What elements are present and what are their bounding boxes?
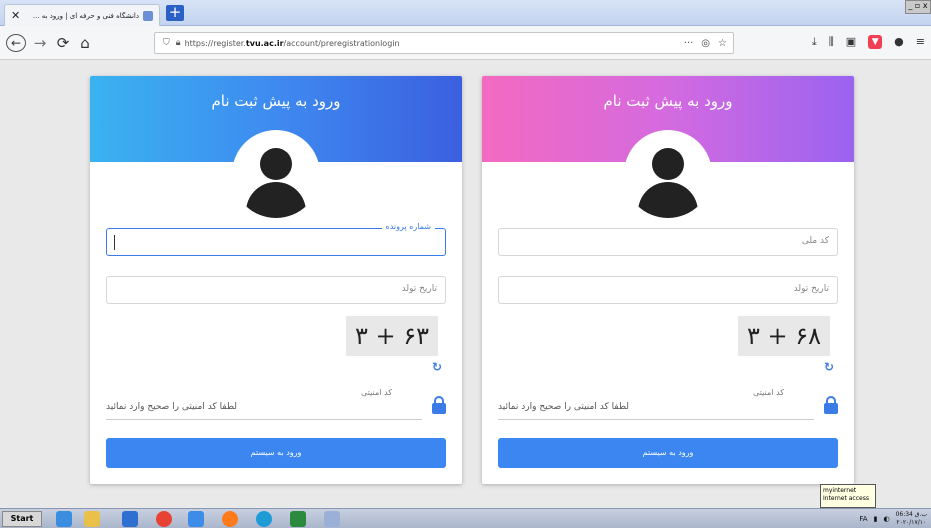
network-tooltip: myinternet Internet access bbox=[820, 484, 876, 508]
shield-icon[interactable]: ⛉ bbox=[163, 38, 170, 48]
security-code-label: کد امنیتی bbox=[753, 388, 784, 397]
national-id-placeholder: کد ملی bbox=[801, 236, 829, 246]
taskbar: Start FA ▮ ◐ 06:34 ب.ق ۲۰۲۰/۱۷/۱۰ bbox=[0, 508, 931, 528]
system-tray: FA ▮ ◐ 06:34 ب.ق ۲۰۲۰/۱۷/۱۰ bbox=[859, 510, 927, 528]
site-favicon-icon bbox=[143, 10, 153, 21]
browser-tab[interactable]: دانشگاه فنی و حرفه ای | ورود به ... ✕ bbox=[4, 4, 160, 26]
navigation-bar: ← → ⟳ ⌂ ⛉ 🔒︎ https://register.tvu.ac.ir/… bbox=[0, 26, 931, 60]
page-actions-icon[interactable]: ··· bbox=[684, 38, 694, 49]
menu-icon[interactable]: ≡ bbox=[916, 35, 925, 49]
volume-icon[interactable]: ◐ bbox=[883, 515, 889, 523]
security-code-input[interactable]: لطفا کد امنیتی را صحیح وارد نمائید bbox=[106, 398, 422, 420]
media-player-icon[interactable] bbox=[122, 511, 138, 527]
login-submit-button[interactable]: ورود به سیستم bbox=[106, 438, 446, 468]
tab-bar: دانشگاه فنی و حرفه ای | ورود به ... ✕ + … bbox=[0, 0, 931, 26]
language-indicator[interactable]: FA bbox=[859, 515, 867, 523]
lock-icon[interactable]: 🔒︎ bbox=[176, 38, 181, 48]
downloads-icon[interactable]: ⤓ bbox=[812, 35, 817, 49]
sidebar-icon[interactable]: ▣ bbox=[846, 35, 856, 49]
app-icon[interactable] bbox=[188, 511, 204, 527]
internet-explorer-icon[interactable] bbox=[56, 511, 72, 527]
captcha-refresh-icon[interactable]: ↻ bbox=[824, 360, 834, 374]
toolbar-icons: ⤓ ⫼ ▣ ▼ ● ≡ bbox=[812, 35, 925, 49]
birth-date-input[interactable]: تاریخ تولد bbox=[498, 276, 838, 304]
national-id-input[interactable]: کد ملی bbox=[498, 228, 838, 256]
home-button[interactable]: ⌂ bbox=[77, 34, 93, 52]
pocket-icon[interactable]: ▼ bbox=[868, 35, 883, 49]
birth-date-placeholder: تاریخ تولد bbox=[793, 284, 829, 294]
tab-close-icon[interactable]: ✕ bbox=[11, 9, 20, 22]
network-icon[interactable]: ▮ bbox=[874, 515, 878, 523]
captcha-image: ٣ + ۶٨ bbox=[738, 316, 830, 356]
security-code-placeholder: لطفا کد امنیتی را صحیح وارد نمائید bbox=[106, 402, 237, 412]
captcha-refresh-icon[interactable]: ↻ bbox=[432, 360, 442, 374]
birth-date-placeholder: تاریخ تولد bbox=[401, 284, 437, 294]
library-icon[interactable]: ⫼ bbox=[829, 35, 834, 49]
edge-icon[interactable] bbox=[256, 511, 272, 527]
login-card-national-id: ورود به پیش ثبت نام کد ملی تاریخ تولد ٣ … bbox=[482, 76, 854, 484]
file-explorer-icon[interactable] bbox=[84, 511, 100, 527]
excel-icon[interactable] bbox=[290, 511, 306, 527]
user-avatar-icon bbox=[232, 130, 320, 218]
account-icon[interactable]: ● bbox=[894, 35, 904, 49]
paint-icon[interactable] bbox=[324, 511, 340, 527]
reload-button[interactable]: ⟳ bbox=[55, 34, 71, 52]
pocket-save-icon[interactable]: ◎ bbox=[701, 38, 710, 49]
lock-icon bbox=[824, 396, 838, 414]
address-bar[interactable]: ⛉ 🔒︎ https://register.tvu.ac.ir/account/… bbox=[154, 32, 734, 54]
clock[interactable]: 06:34 ب.ق ۲۰۲۰/۱۷/۱۰ bbox=[896, 511, 927, 527]
birth-date-input[interactable]: تاریخ تولد bbox=[106, 276, 446, 304]
forward-button[interactable]: → bbox=[32, 34, 48, 52]
file-number-input[interactable]: شماره پرونده bbox=[106, 222, 446, 256]
new-tab-button[interactable]: + bbox=[166, 5, 184, 21]
text-cursor bbox=[114, 235, 115, 250]
window-controls[interactable]: _ ▫ x bbox=[905, 0, 931, 14]
lock-icon bbox=[432, 396, 446, 414]
captcha-image: ٣ + ۶٣ bbox=[346, 316, 438, 356]
url-text[interactable]: https://register.tvu.ac.ir/account/prere… bbox=[185, 39, 400, 48]
user-avatar-icon bbox=[624, 130, 712, 218]
file-number-label: شماره پرونده bbox=[381, 222, 435, 231]
login-submit-button[interactable]: ورود به سیستم bbox=[498, 438, 838, 468]
login-card-file-number: ورود به پیش ثبت نام شماره پرونده تاریخ ت… bbox=[90, 76, 462, 484]
security-code-placeholder: لطفا کد امنیتی را صحیح وارد نمائید bbox=[498, 402, 629, 412]
tab-title: دانشگاه فنی و حرفه ای | ورود به ... bbox=[32, 11, 139, 20]
bookmark-star-icon[interactable]: ☆ bbox=[718, 38, 727, 49]
security-code-label: کد امنیتی bbox=[361, 388, 392, 397]
start-button[interactable]: Start bbox=[2, 511, 42, 527]
security-code-input[interactable]: لطفا کد امنیتی را صحیح وارد نمائید bbox=[498, 398, 814, 420]
back-button[interactable]: ← bbox=[6, 34, 26, 52]
chrome-icon[interactable] bbox=[156, 511, 172, 527]
firefox-icon[interactable] bbox=[222, 511, 238, 527]
